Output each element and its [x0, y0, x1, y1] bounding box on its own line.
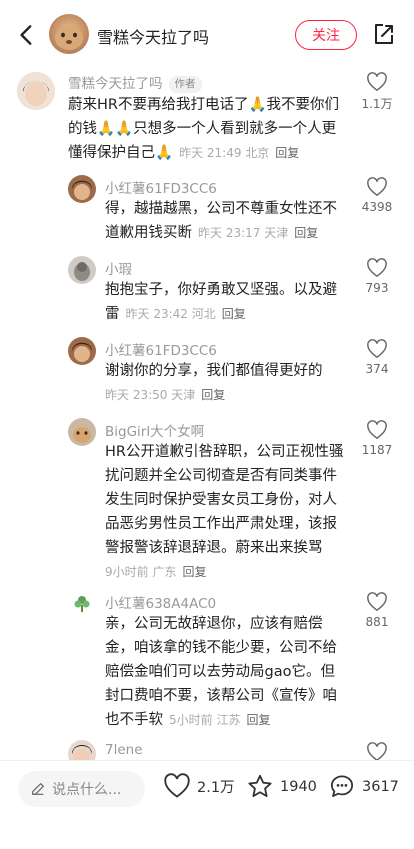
comment-list[interactable]: 雪糕今天拉了吗 作者 蔚来HR不要再给我打电话了🙏我不要你们 的钱🙏🙏只想多一个人… [0, 70, 414, 760]
like-count: 1.1万 [361, 97, 393, 111]
comment-bubble-icon [330, 775, 354, 797]
like-count: 374 [365, 362, 389, 376]
heart-icon [367, 592, 387, 612]
follow-button[interactable]: 关注 [295, 20, 357, 50]
top-bar: 雪糕今天拉了吗 关注 [0, 0, 414, 70]
author-badge: 作者 [168, 76, 202, 93]
comment-input-placeholder: 说点什么... [52, 782, 122, 798]
comment-text: 得，越描越黑，公司不尊重女性还不 道歉用钱买断 昨天 23:17 天津 回复 [105, 201, 337, 241]
comment-text: 蔚来HR不要再给我打电话了🙏我不要你们 的钱🙏🙏只想多一个人看到就多一个人更 懂… [68, 97, 340, 161]
comment-meta: 昨天 23:42 河北 回复 [125, 307, 246, 321]
post-comment-count: 3617 [362, 778, 399, 795]
reply-button[interactable]: 回复 [275, 146, 299, 160]
comment-meta: 昨天 23:50 天津 回复 [105, 388, 226, 402]
bottom-action-bar: 说点什么... 2.1万 1940 3617 [0, 760, 414, 849]
avatar[interactable] [68, 418, 96, 446]
like-button[interactable]: 881 [352, 592, 402, 629]
avatar[interactable] [68, 256, 96, 284]
comment-author-name[interactable]: 小红薯61FD3CC6 [105, 339, 217, 359]
comment-text: 谢谢你的分享，我们都值得更好的 昨天 23:50 天津 回复 [105, 363, 323, 402]
post-like-count: 2.1万 [197, 779, 235, 796]
comment-input[interactable]: 说点什么... [18, 771, 145, 807]
heart-icon [367, 258, 387, 278]
like-post-button[interactable]: 2.1万 [163, 773, 235, 799]
heart-icon [164, 773, 190, 798]
heart-icon [367, 742, 387, 760]
comment-author-name[interactable]: 雪糕今天拉了吗 [68, 76, 163, 92]
comment-author-name[interactable]: BigGirl大个女啊 [105, 420, 204, 440]
back-arrow-icon[interactable] [14, 22, 40, 48]
comment-meta: 9小时前 广东 回复 [105, 565, 207, 579]
post-star-count: 1940 [280, 778, 317, 795]
comment-text: HR公开道歉引咎辞职，公司正视性骚 扰问题并全公司彻查是否有同类事件 发生同时保… [105, 444, 344, 579]
reply-button[interactable]: 回复 [294, 226, 318, 240]
like-count: 881 [365, 615, 389, 629]
like-button[interactable]: 1.1万 [352, 72, 402, 112]
author-avatar[interactable] [49, 14, 89, 54]
comment-meta: 昨天 21:49 北京 回复 [179, 146, 300, 160]
comment-author-name[interactable]: 小红薯638A4AC0 [105, 592, 216, 612]
pencil-icon [32, 783, 44, 795]
heart-icon [367, 177, 387, 197]
like-button[interactable] [352, 742, 402, 760]
like-button[interactable]: 1187 [352, 420, 402, 457]
comment-meta: 昨天 23:17 天津 回复 [198, 226, 319, 240]
like-count: 1187 [361, 443, 393, 457]
avatar[interactable] [68, 740, 96, 760]
like-button[interactable]: 374 [352, 339, 402, 376]
avatar[interactable] [68, 175, 96, 203]
comment-author-name[interactable]: 小瑕 [105, 258, 132, 278]
avatar[interactable] [68, 337, 96, 365]
collect-button[interactable]: 1940 [246, 773, 317, 800]
comment-author-name[interactable]: 7lene [105, 742, 143, 758]
author-name[interactable]: 雪糕今天拉了吗 [97, 24, 209, 48]
star-icon [248, 774, 272, 797]
reply-button[interactable]: 回复 [222, 307, 246, 321]
heart-icon [367, 72, 387, 92]
comment-text: 亲，公司无故辞退你，应该有赔偿 金，咱该拿的钱不能少要，公司不给 赔偿金咱们可以… [105, 616, 337, 728]
like-count: 4398 [361, 200, 393, 214]
comment-meta: 5小时前 江苏 回复 [169, 713, 271, 727]
comment-count-button[interactable]: 3617 [328, 773, 399, 800]
share-icon[interactable] [372, 22, 396, 46]
like-button[interactable]: 4398 [352, 177, 402, 214]
comment-text: 抱抱宝子，你好勇敢又坚强。以及避 雷昨天 23:42 河北 回复 [105, 282, 337, 322]
reply-button[interactable]: 回复 [201, 388, 225, 402]
like-button[interactable]: 793 [352, 258, 402, 295]
comment-author-name[interactable]: 小红薯61FD3CC6 [105, 177, 217, 197]
like-count: 793 [365, 281, 389, 295]
reply-button[interactable]: 回复 [182, 565, 206, 579]
avatar[interactable] [17, 72, 55, 110]
heart-icon [367, 339, 387, 359]
heart-icon [367, 420, 387, 440]
avatar[interactable] [68, 590, 96, 618]
reply-button[interactable]: 回复 [246, 713, 270, 727]
